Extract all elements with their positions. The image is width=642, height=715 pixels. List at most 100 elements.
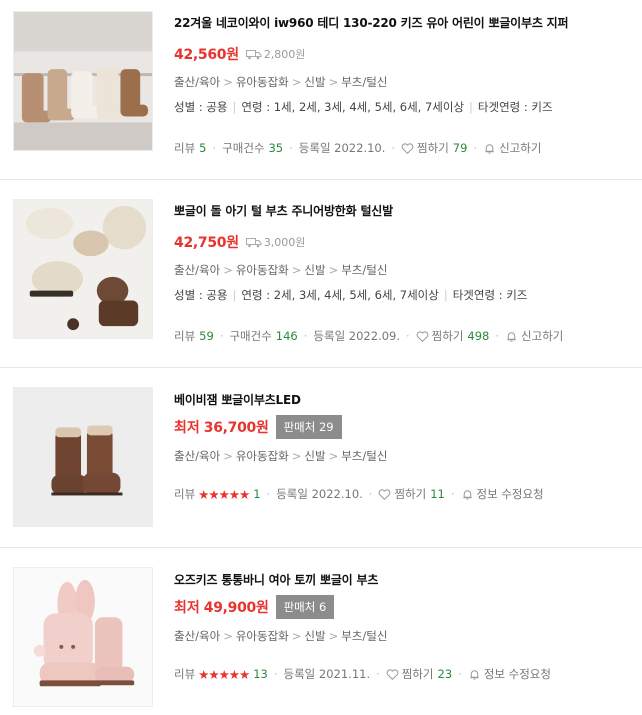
product-item: 22겨울 네코이와이 iw960 테디 130-220 키즈 유아 어린이 뽀글…: [0, 0, 642, 180]
lowest-price-label: 최저: [174, 600, 200, 616]
product-item: 오즈키즈 통통바니 여아 토끼 뽀글이 부츠 최저 49,900원 판매처 6 …: [0, 556, 642, 715]
product-spec: 성별 : 공용 | 연령 : 1세, 2세, 3세, 4세, 5세, 6세, 7세이…: [174, 100, 553, 114]
register-date: 등록일 2022.09.: [313, 329, 401, 343]
product-thumbnail[interactable]: [13, 567, 153, 707]
register-date: 등록일 2022.10.: [298, 141, 386, 155]
category-link[interactable]: 출산/육아: [174, 449, 220, 463]
heart-icon: [416, 330, 429, 342]
register-date: 등록일 2021.11.: [283, 667, 371, 681]
category-link[interactable]: 유아동잡화: [236, 263, 289, 277]
category-link[interactable]: 부츠/털신: [341, 75, 387, 89]
category-link[interactable]: 부츠/털신: [341, 449, 387, 463]
register-date: 등록일 2022.10.: [276, 487, 363, 501]
price: 49,900원: [203, 600, 269, 616]
bell-icon: [462, 489, 472, 500]
spec-age: 연령 : 1세, 2세, 3세, 4세, 5세, 6세, 7세이상: [241, 100, 465, 114]
shipping-fee: 3,000원: [245, 234, 306, 250]
seller-count-badge[interactable]: 판매처 29: [275, 415, 342, 439]
category-breadcrumb: 출산/육아 > 유아동잡화 > 신발 > 부츠/털신: [174, 449, 388, 463]
product-thumbnail[interactable]: [13, 387, 153, 527]
spec-age: 연령 : 2세, 3세, 4세, 5세, 6세, 7세이상: [241, 288, 439, 302]
edit-request-button[interactable]: 정보 수정요청: [461, 486, 544, 502]
price: 36,700원: [203, 420, 269, 436]
review-count: 1: [253, 487, 261, 501]
category-link[interactable]: 출산/육아: [174, 263, 220, 277]
category-link[interactable]: 신발: [304, 629, 325, 643]
category-link[interactable]: 유아동잡화: [236, 449, 289, 463]
product-title[interactable]: 베이비잼 뽀글이부츠LED: [174, 392, 632, 408]
heart-icon: [386, 668, 399, 680]
report-button[interactable]: 신고하기: [505, 328, 563, 344]
purchase-count: 구매건수 35: [222, 141, 284, 155]
category-link[interactable]: 신발: [304, 263, 325, 277]
heart-icon: [379, 488, 391, 500]
price: 42,560원: [174, 47, 239, 63]
review-link[interactable]: 리뷰 5: [174, 140, 207, 156]
category-link[interactable]: 부츠/털신: [341, 263, 387, 277]
wish-button[interactable]: 찜하기 498: [416, 328, 490, 344]
review-link[interactable]: 리뷰 59: [174, 328, 214, 344]
category-link[interactable]: 신발: [304, 449, 325, 463]
category-link[interactable]: 출산/육아: [174, 75, 220, 89]
product-thumbnail[interactable]: [13, 199, 153, 339]
review-count: 5: [199, 141, 207, 155]
product-title[interactable]: 22겨울 네코이와이 iw960 테디 130-220 키즈 유아 어린이 뽀글…: [174, 15, 632, 31]
star-rating: ★★★★★: [198, 666, 250, 682]
wish-button[interactable]: 찜하기 79: [401, 140, 467, 156]
product-meta: 리뷰 ★★★★★ 1 · 등록일 2022.10. · 찜하기 11 · 정보 수정요…: [174, 486, 544, 502]
price: 42,750원: [174, 235, 239, 251]
item-divider: [0, 547, 642, 548]
category-link[interactable]: 신발: [304, 75, 325, 89]
boots-image-4: [14, 568, 152, 706]
product-title[interactable]: 뽀글이 돌 아기 털 부츠 주니어방한화 털신발: [174, 203, 632, 219]
shipping-fee-value: 2,800원: [263, 48, 306, 61]
product-thumbnail[interactable]: [13, 11, 153, 151]
category-breadcrumb: 출산/육아 > 유아동잡화 > 신발 > 부츠/털신: [174, 629, 388, 643]
review-link[interactable]: 리뷰 ★★★★★ 1: [174, 486, 261, 502]
product-meta: 리뷰 59 · 구매건수 146 · 등록일 2022.09. · 찜하기 498 ·…: [174, 328, 564, 344]
shipping-fee: 2,800원: [245, 46, 306, 62]
category-breadcrumb: 출산/육아 > 유아동잡화 > 신발 > 부츠/털신: [174, 75, 388, 89]
edit-request-button[interactable]: 정보 수정요청: [468, 666, 551, 682]
boots-image-1: [14, 12, 152, 150]
product-meta: 리뷰 5 · 구매건수 35 · 등록일 2022.10. · 찜하기 79 · 신고…: [174, 140, 542, 156]
wish-count: 79: [452, 141, 468, 155]
spec-target: 타겟연령 : 키즈: [477, 100, 553, 114]
review-count: 13: [253, 667, 268, 681]
product-item: 베이비잼 뽀글이부츠LED 최저 36,700원 판매처 29 출산/육아 > 유아…: [0, 376, 642, 546]
bell-icon: [507, 331, 516, 342]
review-count: 59: [199, 329, 214, 343]
item-divider: [0, 179, 642, 180]
heart-icon: [401, 142, 414, 154]
shipping-fee-value: 3,000원: [263, 236, 306, 249]
spec-gender: 성별 : 공용: [174, 100, 228, 114]
category-link[interactable]: 유아동잡화: [236, 75, 289, 89]
product-title[interactable]: 오즈키즈 통통바니 여아 토끼 뽀글이 부츠: [174, 572, 632, 588]
wish-count: 498: [467, 329, 490, 343]
lowest-price-label: 최저: [174, 420, 200, 436]
wish-button[interactable]: 찜하기 23: [386, 666, 452, 682]
purchase-count: 구매건수 146: [229, 329, 298, 343]
spec-target: 타겟연령 : 키즈: [452, 288, 528, 302]
category-link[interactable]: 유아동잡화: [236, 629, 289, 643]
wish-button[interactable]: 찜하기 11: [378, 486, 445, 502]
boots-image-2: [14, 200, 152, 338]
item-divider: [0, 367, 642, 368]
category-breadcrumb: 출산/육아 > 유아동잡화 > 신발 > 부츠/털신: [174, 263, 388, 277]
bell-icon: [485, 143, 494, 154]
truck-icon: [245, 237, 262, 247]
wish-count: 23: [437, 667, 453, 681]
review-link[interactable]: 리뷰 ★★★★★ 13: [174, 666, 268, 682]
star-rating: ★★★★★: [198, 486, 250, 502]
product-meta: 리뷰 ★★★★★ 13 · 등록일 2021.11. · 찜하기 23 · 정보 수정…: [174, 666, 551, 682]
wish-count: 11: [430, 487, 445, 501]
boots-image-3: [14, 388, 152, 526]
category-link[interactable]: 부츠/털신: [341, 629, 387, 643]
truck-icon: [245, 49, 262, 59]
category-link[interactable]: 출산/육아: [174, 629, 220, 643]
bell-icon: [470, 669, 479, 680]
product-item: 뽀글이 돌 아기 털 부츠 주니어방한화 털신발 42,750원 3,000원 …: [0, 188, 642, 368]
report-button[interactable]: 신고하기: [483, 140, 541, 156]
spec-gender: 성별 : 공용: [174, 288, 228, 302]
seller-count-badge[interactable]: 판매처 6: [275, 595, 335, 619]
